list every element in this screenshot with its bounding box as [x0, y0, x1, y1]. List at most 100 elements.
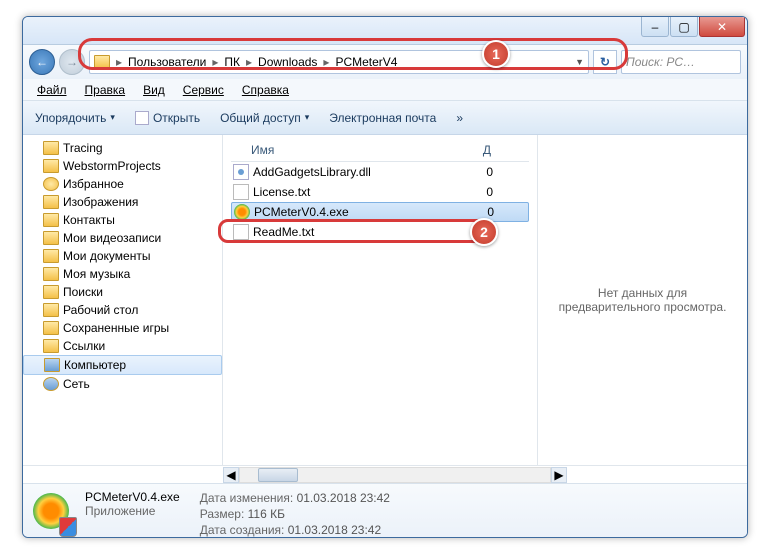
- file-type-icon: [33, 493, 75, 535]
- file-list-area: Имя Д AddGadgetsLibrary.dll0License.txt0…: [223, 135, 747, 465]
- tree-item-label: Мои документы: [63, 249, 150, 263]
- tree-item[interactable]: Поиски: [23, 283, 222, 301]
- menu-file[interactable]: Файл: [29, 81, 75, 99]
- scroll-left-button[interactable]: ◀: [223, 467, 239, 483]
- folder-tree[interactable]: TracingWebstormProjects Избранное Изображе…: [23, 135, 223, 465]
- modified-label: Дата изменения:: [200, 491, 294, 505]
- maximize-button[interactable]: ▢: [670, 17, 698, 37]
- folder-icon: [43, 339, 59, 353]
- nav-back-button[interactable]: ←: [29, 49, 55, 75]
- modified-value: 01.03.2018 23:42: [297, 491, 390, 505]
- tree-item-label: Изображения: [63, 195, 138, 209]
- tree-item[interactable]: Избранное: [23, 175, 222, 193]
- file-row[interactable]: AddGadgetsLibrary.dll0: [231, 162, 529, 182]
- tree-item-label: Мои видеозаписи: [63, 231, 161, 245]
- open-button[interactable]: Открыть: [129, 109, 206, 127]
- refresh-icon: ↻: [600, 55, 610, 69]
- list-header[interactable]: Имя Д: [231, 139, 529, 162]
- header-name[interactable]: Имя: [231, 143, 451, 157]
- folder-icon: [43, 213, 59, 227]
- tree-item[interactable]: Контакты: [23, 211, 222, 229]
- email-button[interactable]: Электронная почта: [323, 109, 442, 127]
- content-area: TracingWebstormProjects Избранное Изображе…: [23, 135, 747, 465]
- tree-item-label: Компьютер: [64, 358, 126, 372]
- scroll-right-button[interactable]: ▶: [551, 467, 567, 483]
- menu-bar: Файл Правка Вид Сервис Справка: [23, 79, 747, 101]
- tree-item[interactable]: Сеть: [23, 375, 222, 393]
- tree-item[interactable]: Мои документы: [23, 247, 222, 265]
- menu-tools[interactable]: Сервис: [175, 81, 232, 99]
- file-row[interactable]: PCMeterV0.4.exe0: [231, 202, 529, 222]
- created-label: Дата создания:: [200, 523, 285, 537]
- titlebar: – ▢ ✕: [23, 17, 747, 45]
- close-button[interactable]: ✕: [699, 17, 745, 37]
- tree-item[interactable]: WebstormProjects: [23, 157, 222, 175]
- breadcrumb: ▸ Пользователи ▸ ПК ▸ Downloads ▸ PCMete…: [114, 55, 401, 69]
- file-col2: 0: [453, 165, 493, 179]
- tree-item[interactable]: Сохраненные игры: [23, 319, 222, 337]
- refresh-button[interactable]: ↻: [593, 50, 617, 74]
- horizontal-scrollbar[interactable]: ◀ ▶: [23, 465, 747, 483]
- size-value: 116 КБ: [248, 507, 285, 521]
- explorer-window: – ▢ ✕ ← → ▸ Пользователи ▸ ПК ▸ Download…: [22, 16, 748, 538]
- menu-edit[interactable]: Правка: [77, 81, 134, 99]
- nav-forward-button[interactable]: →: [59, 49, 85, 75]
- search-input[interactable]: Поиск: PC…: [621, 50, 741, 74]
- folder-icon: [43, 303, 59, 317]
- crumb-pcmeterv4[interactable]: PCMeterV4: [331, 55, 401, 69]
- folder-icon: [43, 321, 59, 335]
- folder-icon: [43, 267, 59, 281]
- star-icon: [43, 177, 59, 191]
- chevron-down-icon: ▾: [110, 112, 115, 123]
- file-row[interactable]: ReadMe.txt0: [231, 222, 529, 242]
- preview-pane: Нет данных для предварительного просмотр…: [537, 135, 747, 465]
- net-icon: [43, 377, 59, 391]
- menu-help[interactable]: Справка: [234, 81, 297, 99]
- file-col2: 0: [454, 205, 494, 219]
- exe-file-icon: [234, 204, 250, 220]
- tree-item[interactable]: Tracing: [23, 139, 222, 157]
- file-col2: 0: [453, 225, 493, 239]
- chevron-right-icon: ▸: [114, 55, 124, 69]
- search-placeholder: Поиск: PC…: [626, 55, 695, 69]
- maximize-icon: ▢: [678, 20, 689, 34]
- folder-icon: [43, 231, 59, 245]
- file-list[interactable]: Имя Д AddGadgetsLibrary.dll0License.txt0…: [223, 135, 537, 465]
- tree-item[interactable]: Мои видеозаписи: [23, 229, 222, 247]
- preview-text: Нет данных для предварительного просмотр…: [548, 286, 737, 314]
- txt-file-icon: [233, 224, 249, 240]
- triangle-left-icon: ◀: [226, 468, 235, 482]
- more-button[interactable]: »: [450, 109, 469, 127]
- minimize-button[interactable]: –: [641, 17, 669, 37]
- tree-item-label: Сеть: [63, 377, 90, 391]
- chevron-right-icon: ▸: [321, 55, 331, 69]
- tree-item-label: Избранное: [63, 177, 124, 191]
- scroll-thumb[interactable]: [258, 468, 298, 482]
- tree-item-label: Контакты: [63, 213, 115, 227]
- tree-item[interactable]: Рабочий стол: [23, 301, 222, 319]
- tree-item[interactable]: Ссылки: [23, 337, 222, 355]
- tree-item[interactable]: Компьютер: [23, 355, 222, 375]
- scroll-track[interactable]: [239, 467, 551, 483]
- crumb-downloads[interactable]: Downloads: [254, 55, 321, 69]
- address-dropdown-icon[interactable]: ▼: [575, 57, 584, 67]
- status-filename: PCMeterV0.4.exe: [85, 490, 180, 504]
- tree-item-label: Ссылки: [63, 339, 105, 353]
- crumb-pc[interactable]: ПК: [220, 55, 244, 69]
- tree-item[interactable]: Изображения: [23, 193, 222, 211]
- folder-icon: [94, 55, 110, 69]
- share-button[interactable]: Общий доступ▾: [214, 109, 315, 127]
- minimize-icon: –: [652, 20, 659, 34]
- arrow-right-icon: →: [66, 55, 78, 69]
- crumb-users[interactable]: Пользователи: [124, 55, 210, 69]
- tree-item[interactable]: Моя музыка: [23, 265, 222, 283]
- header-date[interactable]: Д: [451, 143, 491, 157]
- tree-item-label: Моя музыка: [63, 267, 130, 281]
- uac-shield-icon: [59, 517, 77, 537]
- menu-view[interactable]: Вид: [135, 81, 173, 99]
- file-name: PCMeterV0.4.exe: [254, 205, 454, 219]
- file-row[interactable]: License.txt0: [231, 182, 529, 202]
- address-bar[interactable]: ▸ Пользователи ▸ ПК ▸ Downloads ▸ PCMete…: [89, 50, 589, 74]
- file-name: AddGadgetsLibrary.dll: [253, 165, 453, 179]
- organize-button[interactable]: Упорядочить▾: [29, 109, 121, 127]
